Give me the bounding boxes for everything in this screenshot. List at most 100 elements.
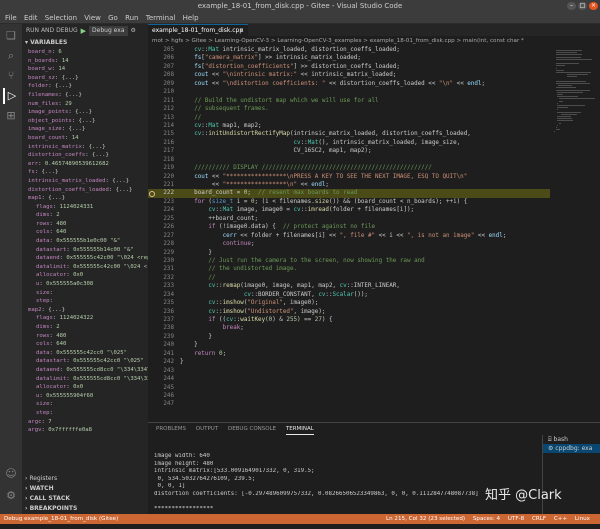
variable-row[interactable]: dims: 2	[22, 323, 148, 332]
minimap[interactable]	[550, 46, 600, 422]
line-number[interactable]: 220	[148, 173, 180, 181]
variable-row[interactable]: step:	[22, 409, 148, 418]
code-line[interactable]: CV_16SC2, map1, map2);	[180, 147, 550, 155]
line-number[interactable]: 216	[148, 139, 180, 147]
variable-row[interactable]: argc: 7	[22, 418, 148, 427]
code-line[interactable]: // Build the undistort map which we will…	[180, 97, 550, 105]
line-number[interactable]: 211	[148, 97, 180, 105]
tab-debug-console[interactable]: DEBUG CONSOLE	[228, 423, 276, 435]
gear-icon[interactable]: ⚙	[3, 488, 19, 504]
line-number[interactable]: 227	[148, 232, 180, 240]
registers-row[interactable]: › Registers	[22, 474, 148, 484]
variable-row[interactable]: intrinsic_matrix_loaded: {...}	[22, 177, 148, 186]
line-number[interactable]: 218	[148, 156, 180, 164]
watch-header[interactable]: › WATCH	[22, 484, 148, 494]
variable-row[interactable]: datalimit: 0x555555cd8cc0 "\334\334\35..…	[22, 375, 148, 384]
variable-row[interactable]: step:	[22, 297, 148, 306]
variable-row[interactable]: data: 0x555555c42cc0 "\025"	[22, 349, 148, 358]
variable-row[interactable]: data: 0x555555b1e0c00 "&"	[22, 237, 148, 246]
extensions-icon[interactable]: ⊞	[3, 108, 19, 124]
line-number[interactable]: 224	[148, 206, 180, 214]
code-line[interactable]	[180, 392, 550, 400]
variable-row[interactable]: folder: {...}	[22, 82, 148, 91]
line-number[interactable]: 205	[148, 46, 180, 54]
code-line[interactable]: cv::imshow("Original", image0);	[180, 299, 550, 307]
breadcrumb[interactable]: mot > hgfs > Gitee > Learning-OpenCV-3 >…	[148, 36, 600, 46]
line-number[interactable]: 235	[148, 299, 180, 307]
tab-output[interactable]: OUTPUT	[196, 423, 218, 435]
code-line[interactable]: }	[180, 341, 550, 349]
debug-status[interactable]: Debug example_18-01_from_disk (Gitee)	[4, 516, 118, 522]
code-line[interactable]: cv::remap(image0, image, map1, map2, cv:…	[180, 282, 550, 290]
variable-row[interactable]: board_w: 14	[22, 65, 148, 74]
cursor-position[interactable]: Ln 215, Col 32 (23 selected)	[386, 516, 465, 522]
code-line[interactable]: fs["distortion_coefficients"] >> distort…	[180, 63, 550, 71]
current-line-indicator[interactable]	[149, 191, 155, 197]
variable-row[interactable]: cols: 640	[22, 228, 148, 237]
code-line[interactable]: // the undistorted image.	[180, 265, 550, 273]
line-number[interactable]: 225	[148, 215, 180, 223]
variable-row[interactable]: datastart: 0x555555b14c00 "&"	[22, 246, 148, 255]
line-number[interactable]: 226	[148, 223, 180, 231]
variable-row[interactable]: size:	[22, 289, 148, 298]
code-line[interactable]: cv::Mat intrinsic_matrix_loaded, distort…	[180, 46, 550, 54]
code-line[interactable]: cv::Mat map1, map2;	[180, 122, 550, 130]
variable-row[interactable]: rows: 480	[22, 332, 148, 341]
variable-row[interactable]: u: 0x555555904f60	[22, 392, 148, 401]
code-editor[interactable]: 2052062072082092102112122132142152162172…	[148, 46, 600, 422]
language-mode[interactable]: C++	[554, 516, 567, 522]
menu-edit[interactable]: Edit	[24, 12, 38, 24]
source-control-icon[interactable]: ⑂	[3, 68, 19, 84]
code-line[interactable]: continue;	[180, 240, 550, 248]
variable-row[interactable]: rows: 480	[22, 220, 148, 229]
code-line[interactable]: << "*****************\n" << endl;	[180, 181, 550, 189]
variable-row[interactable]: map1: {...}	[22, 194, 148, 203]
code-line[interactable]: cv::Mat(), intrinsic_matrix_loaded, imag…	[180, 139, 550, 147]
line-number[interactable]: 239	[148, 333, 180, 341]
code-line[interactable]: //	[180, 274, 550, 282]
variables-header[interactable]: ▾ VARIABLES	[22, 38, 148, 48]
run-debug-icon[interactable]: ▷	[3, 88, 19, 104]
platform[interactable]: Linux	[575, 516, 590, 522]
variable-row[interactable]: allocator: 0x0	[22, 383, 148, 392]
close-button[interactable]: ×	[589, 2, 598, 10]
code-line[interactable]	[180, 384, 550, 392]
variable-row[interactable]: dataend: 0x555555cd8cc0 "\334\334\35..."	[22, 366, 148, 375]
variable-row[interactable]: filenames: {...}	[22, 91, 148, 100]
line-number[interactable]: 242	[148, 358, 180, 366]
debug-config-select[interactable]: Debug exa	[89, 26, 127, 36]
variable-row[interactable]: image_points: {...}	[22, 108, 148, 117]
variable-row[interactable]: u: 0x555555a0c308	[22, 280, 148, 289]
variable-row[interactable]: dims: 2	[22, 211, 148, 220]
line-number[interactable]: 206	[148, 54, 180, 62]
menu-go[interactable]: Go	[108, 12, 118, 24]
variable-row[interactable]: intrinsic_matrix: {...}	[22, 143, 148, 152]
menu-file[interactable]: File	[5, 12, 17, 24]
code-line[interactable]: ////////// DISPLAY /////////////////////…	[180, 164, 550, 172]
line-number[interactable]: 217	[148, 147, 180, 155]
code-line[interactable]: }	[180, 249, 550, 257]
code-line[interactable]: // subsequent frames.	[180, 105, 550, 113]
line-number[interactable]: 234	[148, 291, 180, 299]
code-line[interactable]: cout << "\nintrinsic matrix:" << intrins…	[180, 71, 550, 79]
code-line[interactable]: if ((cv::waitKey(0) & 255) == 27) {	[180, 316, 550, 324]
variable-row[interactable]: distortion_coeffs_loaded: {...}	[22, 186, 148, 195]
variable-row[interactable]: n_boards: 14	[22, 57, 148, 66]
menu-terminal[interactable]: Terminal	[146, 12, 176, 24]
variable-row[interactable]: allocator: 0x0	[22, 271, 148, 280]
line-number[interactable]: 208	[148, 71, 180, 79]
tab-example-cpp[interactable]: example_18-01_from_disk.cpp ×	[148, 24, 248, 36]
line-number[interactable]: 240	[148, 341, 180, 349]
code-line[interactable]	[180, 375, 550, 383]
code-content[interactable]: cv::Mat intrinsic_matrix_loaded, distort…	[180, 46, 550, 422]
line-number[interactable]: 241	[148, 350, 180, 358]
variable-row[interactable]: map2: {...}	[22, 306, 148, 315]
close-icon[interactable]: ×	[239, 25, 244, 36]
code-line[interactable]: fs["camera_matrix"] >> intrinsic_matrix_…	[180, 54, 550, 62]
code-line[interactable]: cv::BORDER_CONSTANT, cv::Scalar());	[180, 291, 550, 299]
line-number[interactable]: 231	[148, 265, 180, 273]
indentation[interactable]: Spaces: 4	[473, 516, 500, 522]
callstack-header[interactable]: › CALL STACK	[22, 494, 148, 504]
menu-selection[interactable]: Selection	[45, 12, 77, 24]
code-line[interactable]: ++board_count;	[180, 215, 550, 223]
